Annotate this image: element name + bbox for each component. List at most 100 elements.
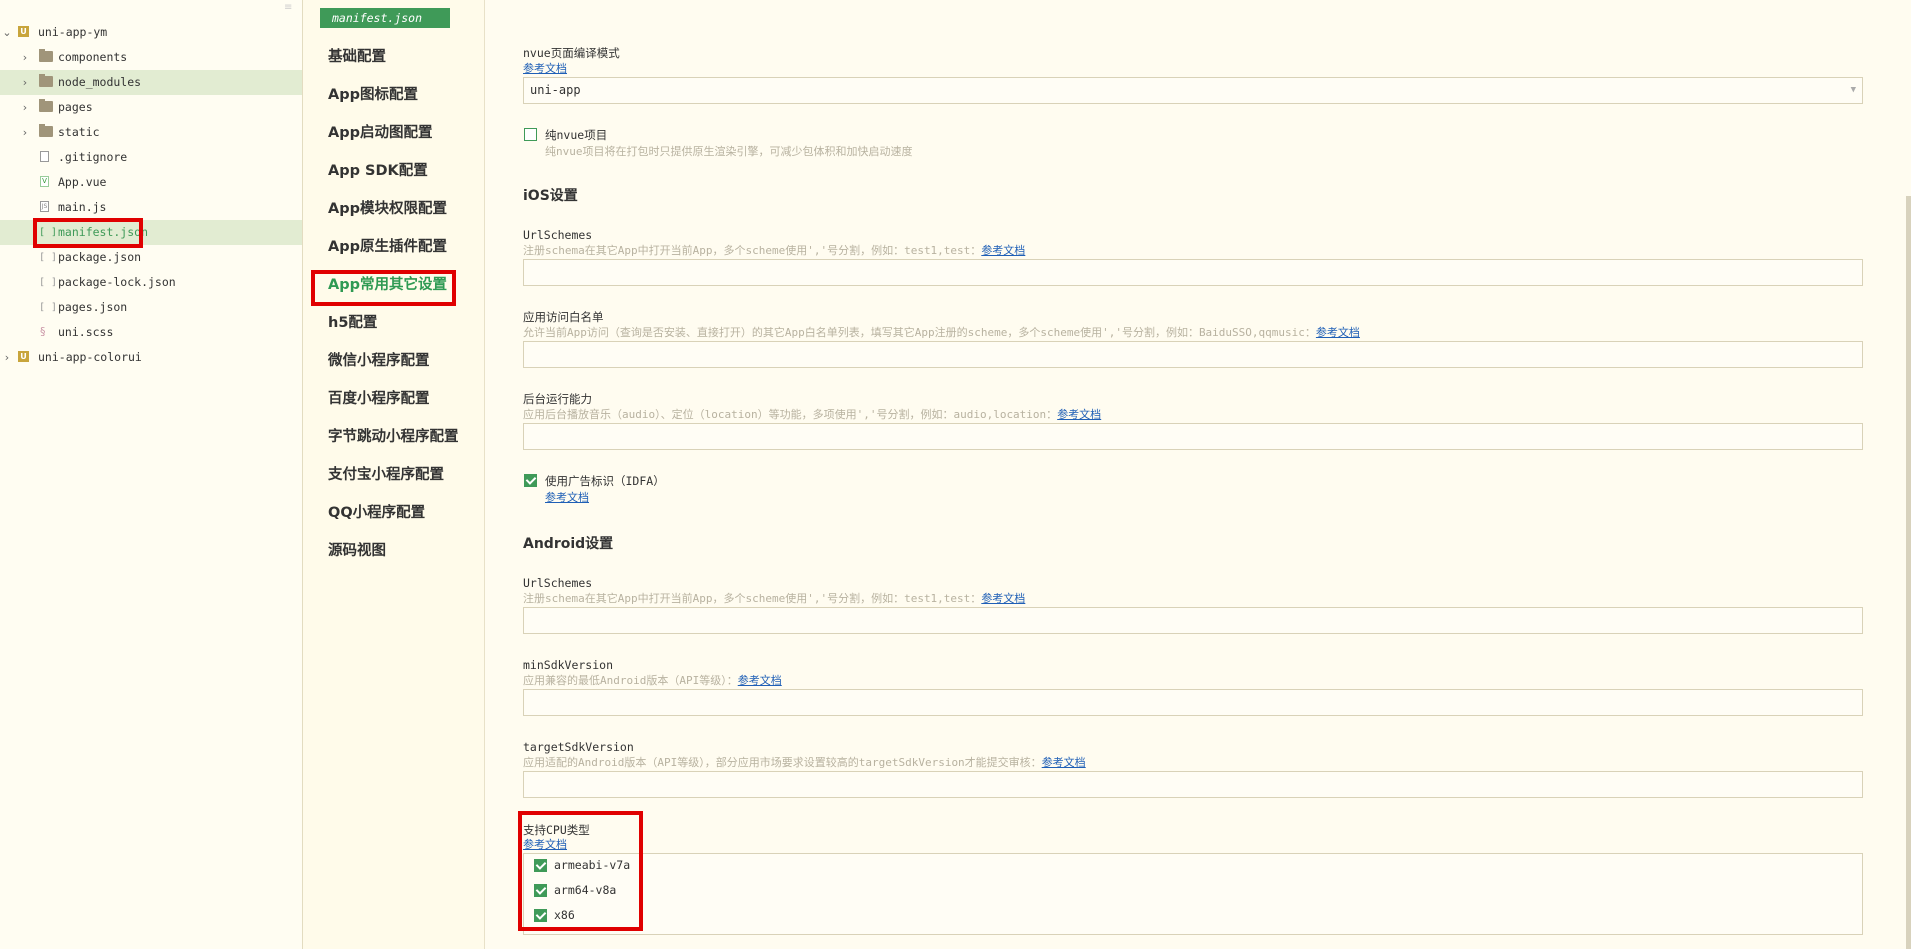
nav-item-app-icon[interactable]: App图标配置 — [328, 84, 418, 106]
tree-item-label: node_modules — [58, 75, 142, 89]
scrollbar[interactable] — [1906, 196, 1911, 949]
ref-doc-link[interactable]: 参考文档 — [1316, 326, 1360, 339]
android-urlschemes-input[interactable] — [523, 607, 1863, 634]
ref-doc-link[interactable]: 参考文档 — [523, 60, 567, 76]
ios-section-title: iOS设置 — [523, 188, 578, 204]
cpu-x86-checkbox[interactable] — [534, 909, 547, 922]
tree-item-label: static — [58, 125, 100, 139]
nav-item-h5[interactable]: h5配置 — [328, 312, 377, 334]
min-sdk-input[interactable] — [523, 689, 1863, 716]
chevron-right-icon[interactable]: › — [2, 345, 12, 370]
tree-item-label: package.json — [58, 250, 142, 264]
ref-doc-link[interactable]: 参考文档 — [738, 674, 782, 687]
vue-file-icon: V — [40, 176, 49, 187]
tree-item-file[interactable]: [ ] pages.json — [0, 295, 302, 320]
ios-whitelist-input[interactable] — [523, 341, 1863, 368]
nav-item-app-native-plugins[interactable]: App原生插件配置 — [328, 236, 447, 258]
nav-item-qq-mp[interactable]: QQ小程序配置 — [328, 502, 425, 524]
tree-item-label: manifest.json — [58, 225, 149, 239]
ios-background-desc: 应用后台播放音乐（audio）、定位（location）等功能，多项使用','号… — [523, 408, 1102, 421]
ref-doc-link[interactable]: 参考文档 — [523, 836, 567, 852]
cpu-option-label: armeabi-v7a — [554, 858, 631, 872]
tree-item-folder[interactable]: › static — [0, 120, 302, 145]
tree-item-label: uni-app-colorui — [38, 350, 142, 364]
ref-doc-link[interactable]: 参考文档 — [545, 489, 589, 505]
tree-item-file[interactable]: .gitignore — [0, 145, 302, 170]
target-sdk-label: targetSdkVersion — [523, 740, 634, 754]
nav-item-bytedance-mp[interactable]: 字节跳动小程序配置 — [328, 426, 459, 448]
chevron-down-icon[interactable]: ⌄ — [2, 20, 12, 45]
nvue-mode-select[interactable]: uni-app ▼ — [523, 77, 1863, 104]
chevron-right-icon[interactable]: › — [20, 70, 30, 95]
android-urlschemes-label: UrlSchemes — [523, 576, 593, 590]
ios-background-input[interactable] — [523, 423, 1863, 450]
android-urlschemes-desc: 注册schema在其它App中打开当前App，多个scheme使用','号分割，… — [523, 592, 1026, 605]
tree-item-label: components — [58, 50, 128, 64]
nav-item-app-sdk[interactable]: App SDK配置 — [328, 160, 428, 182]
json-file-icon: [ ] — [39, 227, 58, 238]
json-file-icon: [ ] — [39, 277, 58, 288]
folder-icon — [39, 124, 53, 137]
ref-doc-link[interactable]: 参考文档 — [981, 244, 1025, 257]
cpu-option-label: arm64-v8a — [554, 883, 617, 897]
ios-urlschemes-label: UrlSchemes — [523, 228, 593, 242]
target-sdk-input[interactable] — [523, 771, 1863, 798]
editor-tab[interactable]: manifest.json — [320, 8, 450, 28]
tree-item-folder[interactable]: › components — [0, 45, 302, 70]
nav-item-app-other-settings[interactable]: App常用其它设置 — [328, 274, 447, 296]
cpu-arm64-v8a-checkbox[interactable] — [534, 884, 547, 897]
tree-item-folder[interactable]: › node_modules — [0, 70, 302, 95]
chevron-right-icon[interactable]: › — [20, 95, 30, 120]
nav-item-app-permissions[interactable]: App模块权限配置 — [328, 198, 447, 220]
cpu-armeabi-v7a-checkbox[interactable] — [534, 859, 547, 872]
ios-whitelist-desc: 允许当前App访问（查询是否安装、直接打开）的其它App白名单列表，填写其它Ap… — [523, 326, 1360, 339]
idfa-checkbox[interactable] — [524, 474, 537, 487]
tree-item-project[interactable]: › U uni-app-colorui — [0, 345, 302, 370]
ios-urlschemes-input[interactable] — [523, 259, 1863, 286]
json-file-icon: [ ] — [39, 302, 58, 313]
ios-whitelist-label: 应用访问白名单 — [523, 310, 604, 324]
tree-item-file[interactable]: § uni.scss — [0, 320, 302, 345]
nav-item-wechat-mp[interactable]: 微信小程序配置 — [328, 350, 430, 372]
folder-icon — [39, 99, 53, 112]
tree-item-label: uni-app-ym — [38, 25, 108, 39]
drag-handle-icon[interactable]: ≡ — [284, 2, 292, 13]
chevron-right-icon[interactable]: › — [20, 120, 30, 145]
min-sdk-desc: 应用兼容的最低Android版本（API等级）：参考文档 — [523, 674, 782, 687]
nav-item-source-view[interactable]: 源码视图 — [328, 540, 386, 562]
file-icon — [40, 151, 49, 162]
ref-doc-link[interactable]: 参考文档 — [981, 592, 1025, 605]
tree-item-label: .gitignore — [58, 150, 128, 164]
pure-nvue-checkbox[interactable] — [524, 128, 537, 141]
tree-item-file[interactable]: JS main.js — [0, 195, 302, 220]
tree-item-label: package-lock.json — [58, 275, 176, 289]
nav-item-basic[interactable]: 基础配置 — [328, 46, 386, 68]
ios-urlschemes-desc: 注册schema在其它App中打开当前App，多个scheme使用','号分割，… — [523, 244, 1026, 257]
cpu-type-options — [523, 853, 1863, 935]
tree-item-label: pages.json — [58, 300, 128, 314]
file-explorer: ≡ ⌄ U uni-app-ym › components › node_mod… — [0, 0, 303, 949]
nav-item-alipay-mp[interactable]: 支付宝小程序配置 — [328, 464, 444, 486]
ref-doc-link[interactable]: 参考文档 — [1057, 408, 1101, 421]
tree-item-file[interactable]: V App.vue — [0, 170, 302, 195]
nvue-mode-value: uni-app — [530, 83, 581, 97]
tree-item-folder[interactable]: › pages — [0, 95, 302, 120]
tree-item-label: pages — [58, 100, 93, 114]
folder-icon — [39, 49, 53, 62]
chevron-right-icon[interactable]: › — [20, 45, 30, 70]
nav-item-app-splash[interactable]: App启动图配置 — [328, 122, 432, 144]
ref-doc-link[interactable]: 参考文档 — [1042, 756, 1086, 769]
tree-item-label: App.vue — [58, 175, 107, 189]
idfa-label: 使用广告标识（IDFA） — [545, 474, 665, 488]
folder-icon — [39, 74, 53, 87]
tree-item-file[interactable]: [ ] package-lock.json — [0, 270, 302, 295]
tree-item-label: uni.scss — [58, 325, 114, 339]
pure-nvue-desc: 纯nvue项目将在打包时只提供原生渲染引擎，可减少包体积和加快启动速度 — [545, 145, 913, 158]
tree-item-project[interactable]: ⌄ U uni-app-ym — [0, 20, 302, 45]
scss-file-icon: § — [40, 325, 46, 338]
tree-item-label: main.js — [58, 200, 107, 214]
tree-item-file[interactable]: [ ] package.json — [0, 245, 302, 270]
nav-item-baidu-mp[interactable]: 百度小程序配置 — [328, 388, 430, 410]
min-sdk-label: minSdkVersion — [523, 658, 614, 672]
tree-item-file-selected[interactable]: [ ] manifest.json — [0, 220, 302, 245]
